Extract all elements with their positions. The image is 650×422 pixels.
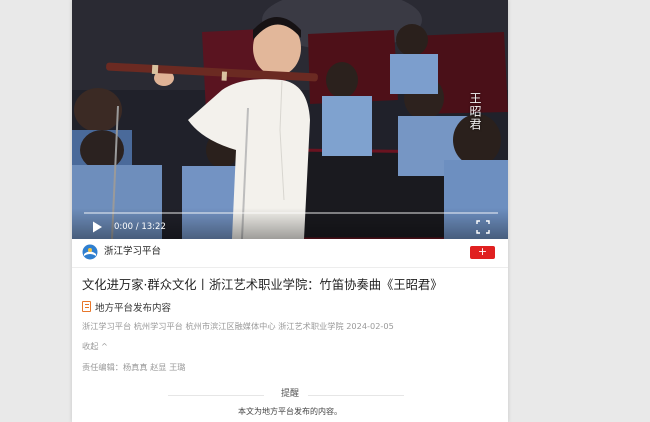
- source-name[interactable]: 浙江学习平台: [104, 245, 161, 259]
- article-title: 文化进万家·群众文化丨浙江艺术职业学院：竹笛协奏曲《王昭君》: [82, 278, 443, 292]
- document-icon: [82, 301, 91, 312]
- follow-button[interactable]: +: [470, 245, 495, 259]
- publish-tag-label: 地方平台发布内容: [95, 303, 172, 314]
- notice-title: 提醒: [280, 389, 299, 399]
- article-card: 王昭君 0:00 / 13:22 浙江学习平台 + 文化进万家·群众文化丨浙江艺…: [72, 0, 508, 422]
- time-display: 0:00 / 13:22: [114, 222, 166, 232]
- responsible-editors: 责任编辑：杨真真 赵显 王璐: [82, 362, 186, 372]
- follow-label: +: [477, 245, 488, 258]
- notice-text: 本文为地方平台发布的内容。: [238, 407, 342, 416]
- video-overlay-title: 王昭君: [468, 92, 482, 131]
- video-controls: 0:00 / 13:22: [72, 208, 508, 239]
- publish-tag: 地方平台发布内容: [82, 301, 171, 315]
- platform-logo-icon: [82, 244, 98, 260]
- article-meta: 浙江学习平台 杭州学习平台 杭州市滨江区融媒体中心 浙江艺术职业学院 2024-…: [82, 321, 394, 331]
- video-frame[interactable]: [72, 0, 508, 239]
- collapse-toggle[interactable]: 收起 ^: [82, 340, 108, 352]
- play-icon[interactable]: [90, 220, 104, 234]
- source-row: 浙江学习平台 +: [72, 239, 508, 268]
- video-player[interactable]: 王昭君 0:00 / 13:22: [72, 0, 508, 239]
- progress-bar[interactable]: [84, 212, 498, 214]
- fullscreen-icon[interactable]: [476, 220, 490, 234]
